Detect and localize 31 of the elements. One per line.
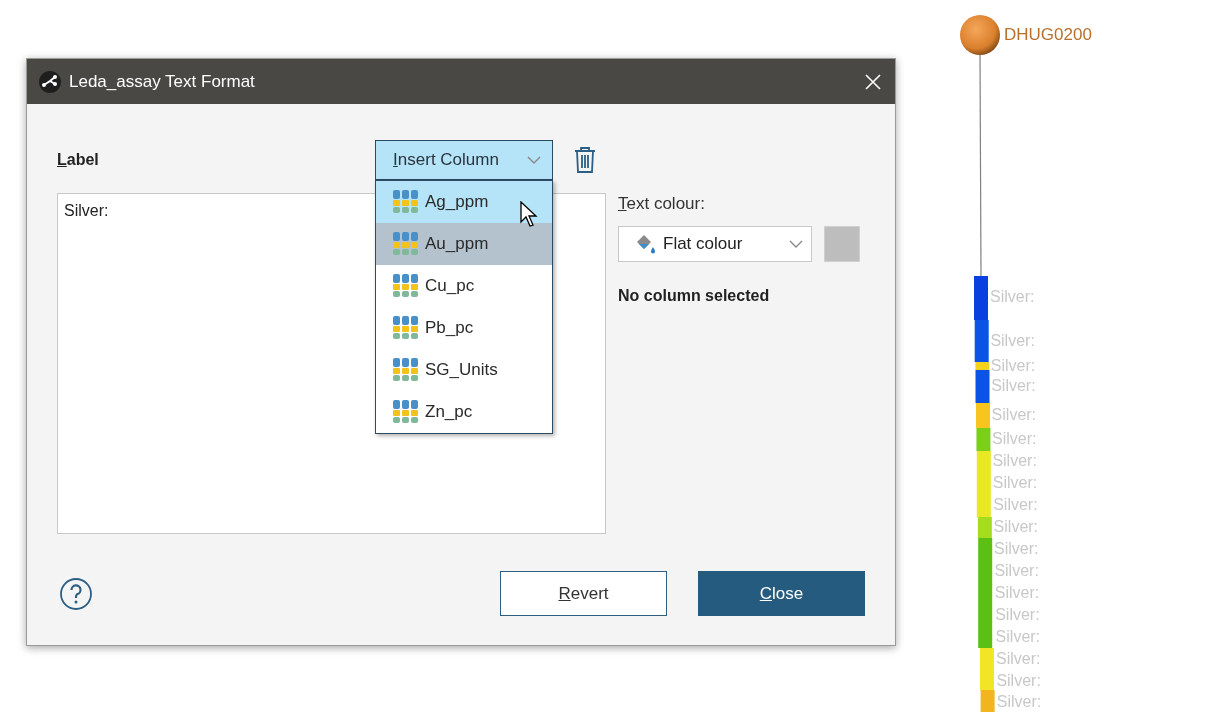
colour-mode-dropdown[interactable]: Flat colour bbox=[618, 226, 812, 262]
text-colour-label: Text colour: bbox=[618, 194, 705, 214]
status-text: No column selected bbox=[618, 287, 770, 305]
column-option[interactable]: Cu_pc bbox=[376, 265, 552, 307]
delete-icon[interactable] bbox=[573, 146, 597, 174]
colour-swatch[interactable] bbox=[824, 226, 860, 262]
window-title: Leda_assay Text Format bbox=[69, 71, 256, 92]
help-icon[interactable] bbox=[60, 577, 92, 610]
column-icon bbox=[393, 232, 419, 256]
column-option[interactable]: Ag_ppm bbox=[376, 181, 552, 223]
close-button[interactable]: Close bbox=[698, 571, 865, 616]
paint-bucket-icon bbox=[635, 233, 657, 255]
revert-button[interactable]: Revert bbox=[500, 571, 667, 616]
collar-marker bbox=[960, 15, 1000, 55]
insert-column-dropdown[interactable]: Insert Column bbox=[375, 140, 553, 180]
mouse-pointer-icon bbox=[520, 201, 538, 228]
column-option[interactable]: Zn_pc bbox=[376, 391, 552, 433]
column-icon bbox=[393, 316, 419, 340]
column-icon bbox=[393, 190, 419, 214]
column-option[interactable]: SG_Units bbox=[376, 349, 552, 391]
label-heading: Label bbox=[57, 151, 100, 169]
chevron-down-icon bbox=[789, 240, 803, 248]
hole-id-label: DHUG0200 bbox=[1004, 25, 1092, 45]
close-icon[interactable] bbox=[865, 73, 881, 90]
column-icon bbox=[393, 274, 419, 298]
column-option[interactable]: Au_ppm bbox=[376, 223, 552, 265]
column-icon bbox=[393, 400, 419, 424]
app-logo-icon bbox=[39, 70, 61, 93]
column-option[interactable]: Pb_pc bbox=[376, 307, 552, 349]
column-icon bbox=[393, 358, 419, 382]
chevron-down-icon bbox=[526, 156, 541, 164]
